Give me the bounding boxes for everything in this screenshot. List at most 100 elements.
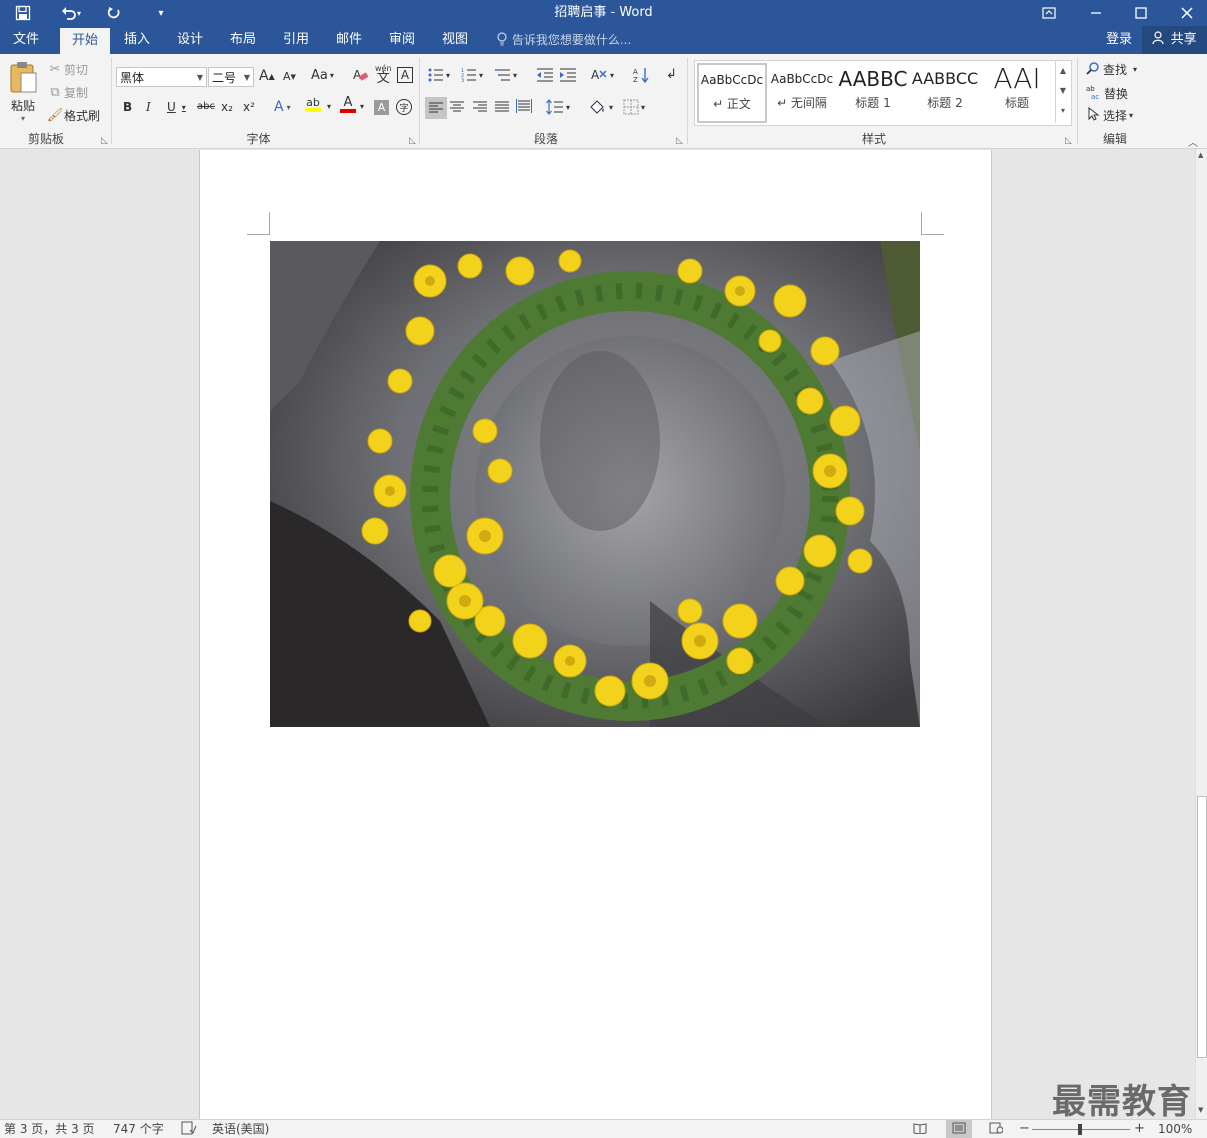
sort-icon: AZ: [633, 68, 649, 83]
print-layout-icon[interactable]: [946, 1120, 972, 1138]
strikethrough-button[interactable]: abc: [197, 101, 215, 112]
styles-scroll-controls: ▲ ▼ ▾: [1055, 61, 1070, 123]
read-mode-icon[interactable]: [913, 1120, 927, 1138]
character-shading-button[interactable]: A: [374, 100, 389, 115]
bullets-button[interactable]: ▾: [428, 67, 450, 83]
numbering-button[interactable]: 123 ▾: [461, 67, 483, 83]
style-title[interactable]: AAI 标题: [982, 64, 1052, 118]
close-icon[interactable]: [1164, 0, 1207, 26]
maximize-icon[interactable]: [1118, 0, 1164, 26]
style-no-spacing[interactable]: AaBbCcDc ↵ 无间隔: [767, 64, 837, 118]
character-border-button[interactable]: A: [397, 67, 413, 83]
group-separator: [111, 58, 112, 144]
vertical-scrollbar[interactable]: ▲ ▼: [1195, 149, 1207, 1119]
phonetic-guide-button[interactable]: wén 文: [375, 64, 392, 86]
paragraph-dialog-launcher-icon[interactable]: ◺: [676, 136, 683, 146]
redo-icon[interactable]: [99, 0, 129, 26]
flower-wreath-photo[interactable]: [270, 241, 920, 727]
enclose-characters-button[interactable]: 字: [396, 99, 412, 115]
zoom-slider-thumb[interactable]: [1078, 1124, 1082, 1135]
increase-indent-button[interactable]: [559, 67, 577, 83]
sort-button[interactable]: AZ: [633, 67, 649, 83]
shading-button[interactable]: ▾: [589, 99, 613, 115]
tell-me-box[interactable]: 告诉我您想要做什么...: [496, 26, 631, 54]
font-dialog-launcher-icon[interactable]: ◺: [409, 136, 416, 146]
align-center-button[interactable]: [450, 101, 464, 113]
minimize-icon[interactable]: [1073, 0, 1119, 26]
align-left-button[interactable]: [425, 97, 447, 119]
styles-scroll-up-icon[interactable]: ▲: [1056, 61, 1070, 81]
customize-quick-access-icon[interactable]: ▾: [146, 0, 176, 26]
replace-button[interactable]: ab ac 替换: [1086, 84, 1128, 103]
document-page[interactable]: [199, 150, 992, 1119]
styles-dialog-launcher-icon[interactable]: ◺: [1065, 136, 1072, 146]
select-button[interactable]: 选择 ▾: [1086, 106, 1133, 124]
change-case-icon: Aa: [311, 68, 328, 83]
multilevel-list-button[interactable]: ▾: [495, 67, 517, 83]
justify-button[interactable]: [495, 101, 509, 113]
clipboard-dialog-launcher-icon[interactable]: ◺: [101, 136, 108, 146]
subscript-button[interactable]: x₂: [221, 100, 233, 114]
shrink-font-button[interactable]: A ▼: [283, 70, 296, 83]
grow-font-button[interactable]: A ▲: [259, 68, 275, 84]
scroll-up-icon[interactable]: ▲: [1198, 151, 1203, 159]
highlight-button[interactable]: ab: [305, 97, 321, 112]
tab-view[interactable]: 视图: [433, 26, 477, 54]
collapse-ribbon-icon[interactable]: ︿: [1188, 134, 1198, 149]
style-title-preview: AAI: [993, 64, 1041, 94]
font-color-dropdown-icon[interactable]: ▾: [360, 102, 364, 111]
zoom-out-icon[interactable]: −: [1019, 1120, 1030, 1138]
chinese-layout-button[interactable]: A ▾: [590, 67, 614, 83]
superscript-button[interactable]: x²: [243, 100, 255, 114]
ribbon-display-options-icon[interactable]: [1026, 0, 1072, 26]
cut-button[interactable]: ✂ 剪切: [46, 61, 88, 78]
clear-formatting-button[interactable]: A: [353, 67, 369, 86]
language-indicator[interactable]: 英语(美国): [212, 1120, 269, 1138]
show-marks-button[interactable]: ↲: [666, 67, 677, 82]
word-count[interactable]: 747 个字: [113, 1120, 164, 1138]
tab-design[interactable]: 设计: [168, 26, 212, 54]
tab-layout[interactable]: 布局: [221, 26, 265, 54]
page-indicator[interactable]: 第 3 页，共 3 页: [4, 1120, 95, 1138]
tab-file[interactable]: 文件: [4, 26, 48, 54]
italic-button[interactable]: I: [146, 100, 151, 114]
text-effects-button[interactable]: A ▾: [274, 99, 291, 115]
tab-mailings[interactable]: 邮件: [327, 26, 371, 54]
tab-references[interactable]: 引用: [274, 26, 318, 54]
share-button[interactable]: 共享: [1142, 26, 1207, 54]
distributed-button[interactable]: [516, 99, 532, 113]
web-layout-icon[interactable]: [989, 1120, 1004, 1138]
scrollbar-thumb[interactable]: [1197, 796, 1207, 1058]
line-spacing-button[interactable]: ▾: [546, 99, 570, 115]
sign-in-link[interactable]: 登录: [1106, 26, 1132, 54]
copy-button[interactable]: ⧉ 复制: [46, 84, 88, 101]
tab-insert[interactable]: 插入: [115, 26, 159, 54]
style-normal[interactable]: AaBbCcDc ↵ 正文: [697, 63, 767, 123]
phonetic-guide-bottom: 文: [376, 71, 390, 86]
styles-scroll-down-icon[interactable]: ▼: [1056, 81, 1070, 101]
undo-dropdown-icon[interactable]: ▾: [72, 0, 86, 26]
underline-button[interactable]: U ▾: [167, 100, 186, 114]
find-button[interactable]: 查找 ▾: [1086, 61, 1137, 78]
borders-button[interactable]: ▾: [623, 99, 645, 115]
font-name-combo[interactable]: 黑体 ▼: [116, 67, 207, 87]
style-heading-1[interactable]: AABBC 标题 1: [838, 64, 908, 118]
bold-button[interactable]: B: [123, 100, 132, 114]
scroll-down-icon[interactable]: ▼: [1198, 1106, 1203, 1114]
style-heading-2[interactable]: AABBCC 标题 2: [910, 64, 980, 118]
proofing-icon[interactable]: [181, 1120, 197, 1138]
change-case-button[interactable]: Aa ▾: [311, 68, 334, 83]
save-icon[interactable]: [8, 0, 38, 26]
paste-button[interactable]: 粘贴 ▾: [6, 60, 40, 124]
decrease-indent-button[interactable]: [536, 67, 554, 83]
tab-home[interactable]: 开始: [60, 28, 110, 54]
font-color-button[interactable]: A: [340, 96, 356, 113]
align-right-button[interactable]: [473, 101, 487, 113]
paste-label: 粘贴: [10, 99, 35, 113]
tab-review[interactable]: 审阅: [380, 26, 424, 54]
svg-text:A: A: [591, 68, 600, 82]
format-painter-button[interactable]: 🖌 格式刷: [46, 107, 100, 124]
highlight-dropdown-icon[interactable]: ▾: [327, 102, 331, 111]
styles-more-icon[interactable]: ▾: [1056, 101, 1070, 121]
font-size-combo[interactable]: 二号 ▼: [208, 67, 254, 87]
